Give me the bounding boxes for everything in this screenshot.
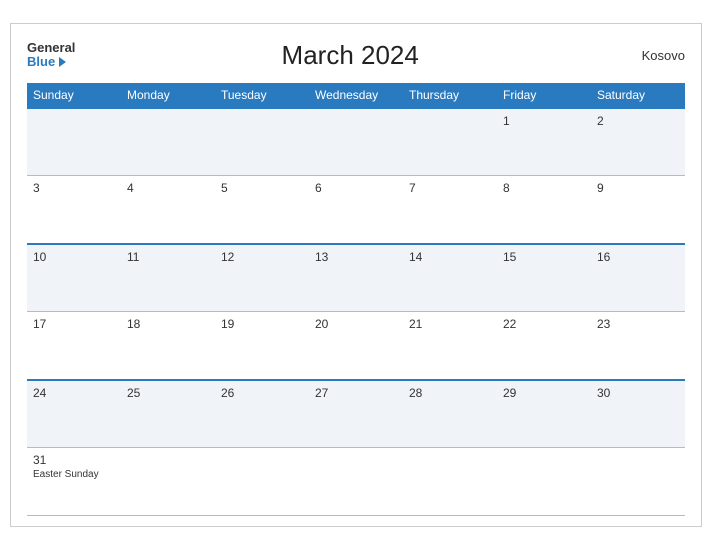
calendar-cell (121, 108, 215, 176)
calendar-cell: 25 (121, 380, 215, 448)
calendar-cell (121, 448, 215, 516)
calendar-week-row: 31 Easter Sunday (27, 448, 685, 516)
calendar-cell: 29 (497, 380, 591, 448)
day-number: 14 (409, 250, 491, 264)
calendar-week-row: 17 18 19 20 21 22 23 (27, 312, 685, 380)
day-number: 16 (597, 250, 679, 264)
calendar-cell: 12 (215, 244, 309, 312)
day-number: 15 (503, 250, 585, 264)
calendar-cell: 15 (497, 244, 591, 312)
day-number: 25 (127, 386, 209, 400)
day-number: 11 (127, 250, 209, 264)
day-number: 17 (33, 317, 115, 331)
calendar-week-row: 3456789 (27, 176, 685, 244)
day-number: 31 (33, 453, 115, 467)
calendar-cell (309, 108, 403, 176)
calendar-cell: 4 (121, 176, 215, 244)
calendar-cell: 8 (497, 176, 591, 244)
calendar-cell: 22 (497, 312, 591, 380)
calendar-cell: 14 (403, 244, 497, 312)
calendar-cell (215, 108, 309, 176)
day-number: 13 (315, 250, 397, 264)
day-number: 10 (33, 250, 115, 264)
weekday-header-wednesday: Wednesday (309, 83, 403, 108)
calendar-cell: 28 (403, 380, 497, 448)
day-number: 5 (221, 181, 303, 195)
calendar-container: General Blue March 2024 Kosovo SundayMon… (10, 23, 702, 528)
day-number: 18 (127, 317, 209, 331)
logo-general-text: General (27, 41, 75, 55)
day-number: 22 (503, 317, 585, 331)
calendar-cell (591, 448, 685, 516)
calendar-cell: 18 (121, 312, 215, 380)
calendar-week-row: 10 11 12 13 14 15 16 (27, 244, 685, 312)
calendar-cell: 9 (591, 176, 685, 244)
day-number: 1 (503, 114, 585, 128)
day-number: 26 (221, 386, 303, 400)
day-number: 28 (409, 386, 491, 400)
day-number: 24 (33, 386, 115, 400)
calendar-cell: 17 (27, 312, 121, 380)
calendar-header: General Blue March 2024 Kosovo (27, 40, 685, 71)
day-number: 6 (315, 181, 397, 195)
calendar-week-row: 12 (27, 108, 685, 176)
logo-triangle-icon (59, 57, 66, 67)
calendar-cell (497, 448, 591, 516)
weekday-header-row: SundayMondayTuesdayWednesdayThursdayFrid… (27, 83, 685, 108)
day-event: Easter Sunday (33, 469, 115, 480)
calendar-cell: 19 (215, 312, 309, 380)
calendar-cell: 24 (27, 380, 121, 448)
calendar-cell: 2 (591, 108, 685, 176)
day-number: 3 (33, 181, 115, 195)
calendar-cell (309, 448, 403, 516)
calendar-cell: 16 (591, 244, 685, 312)
weekday-header-sunday: Sunday (27, 83, 121, 108)
weekday-header-saturday: Saturday (591, 83, 685, 108)
weekday-header-tuesday: Tuesday (215, 83, 309, 108)
day-number: 27 (315, 386, 397, 400)
day-number: 19 (221, 317, 303, 331)
weekday-header-thursday: Thursday (403, 83, 497, 108)
day-number: 20 (315, 317, 397, 331)
calendar-cell: 31 Easter Sunday (27, 448, 121, 516)
calendar-cell: 3 (27, 176, 121, 244)
calendar-cell (27, 108, 121, 176)
calendar-cell: 11 (121, 244, 215, 312)
calendar-cell: 20 (309, 312, 403, 380)
calendar-cell: 26 (215, 380, 309, 448)
day-number: 12 (221, 250, 303, 264)
calendar-cell: 10 (27, 244, 121, 312)
calendar-country: Kosovo (625, 48, 685, 63)
calendar-cell: 13 (309, 244, 403, 312)
calendar-cell (403, 108, 497, 176)
day-number: 2 (597, 114, 679, 128)
day-number: 23 (597, 317, 679, 331)
calendar-table: SundayMondayTuesdayWednesdayThursdayFrid… (27, 83, 685, 517)
calendar-cell: 21 (403, 312, 497, 380)
day-number: 9 (597, 181, 679, 195)
day-number: 8 (503, 181, 585, 195)
weekday-header-monday: Monday (121, 83, 215, 108)
day-number: 21 (409, 317, 491, 331)
day-number: 30 (597, 386, 679, 400)
logo-blue-text: Blue (27, 55, 75, 69)
calendar-cell: 6 (309, 176, 403, 244)
calendar-cell: 30 (591, 380, 685, 448)
calendar-cell: 23 (591, 312, 685, 380)
calendar-cell (215, 448, 309, 516)
day-number: 4 (127, 181, 209, 195)
weekday-header-friday: Friday (497, 83, 591, 108)
calendar-cell (403, 448, 497, 516)
calendar-cell: 27 (309, 380, 403, 448)
calendar-cell: 7 (403, 176, 497, 244)
day-number: 7 (409, 181, 491, 195)
day-number: 29 (503, 386, 585, 400)
logo: General Blue (27, 41, 75, 70)
calendar-week-row: 24 25 26 27 28 29 30 (27, 380, 685, 448)
calendar-cell: 1 (497, 108, 591, 176)
calendar-title: March 2024 (75, 40, 625, 71)
calendar-cell: 5 (215, 176, 309, 244)
